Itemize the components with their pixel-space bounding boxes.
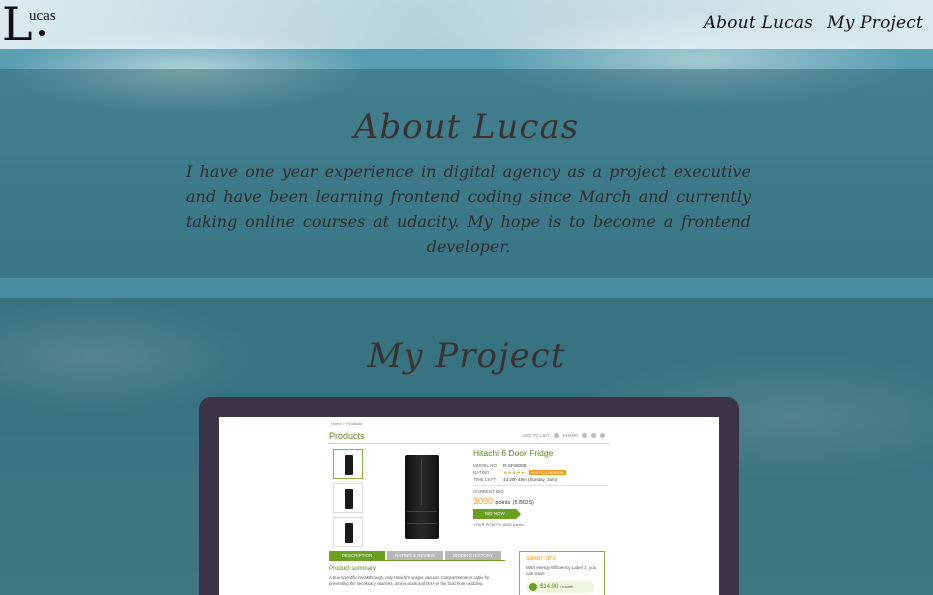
logo-dot bbox=[39, 30, 45, 36]
preview-bid-button: BID NOW bbox=[473, 509, 521, 519]
preview-product-name: Hitachi 6 Door Fridge bbox=[473, 448, 554, 458]
preview-time-left: TIME LEFT 4d 20h 48m (Sunday, 3am) bbox=[473, 477, 558, 482]
preview-thumbnails bbox=[333, 449, 365, 551]
thumbnail bbox=[333, 449, 363, 479]
preview-tips-title: SMART TIPS bbox=[526, 556, 556, 562]
preview-bid-value: 3000 points (5 BIDS) bbox=[473, 496, 534, 506]
facebook-icon bbox=[582, 433, 588, 438]
preview-actions: ADD TO LIST SHARE bbox=[522, 433, 606, 438]
add-icon bbox=[553, 433, 559, 438]
star-rating-icon: ★★★★★ bbox=[503, 470, 526, 475]
preview-tab-description: DESCRIPTION bbox=[329, 551, 385, 560]
about-section: About Lucas I have one year experience i… bbox=[0, 69, 933, 278]
preview-tips-price: $14.90 / month bbox=[526, 581, 594, 593]
preview-share: SHARE bbox=[562, 433, 579, 438]
preview-tabs: DESCRIPTION RATING & REVIEW BIDDING HIST… bbox=[329, 551, 501, 560]
about-text: I have one year experience in digital ag… bbox=[186, 162, 751, 256]
preview-summary-text: A true scientific breakthrough, only Hit… bbox=[329, 575, 490, 586]
fridge-image bbox=[405, 455, 439, 539]
project-title: My Project bbox=[367, 336, 566, 376]
preview-summary-title: Product summary bbox=[329, 566, 377, 572]
thumbnail bbox=[333, 517, 363, 547]
nav-link-about[interactable]: About Lucas bbox=[704, 13, 813, 33]
preview-your-points: YOUR POINTS: 8000 points bbox=[473, 522, 524, 527]
site-header: L ucas About Lucas My Project bbox=[0, 0, 933, 51]
preview-tips-text: With energy Efficiency Label 1, you can … bbox=[526, 565, 597, 576]
project-laptop-frame[interactable]: Home > Products Products ADD TO LIST SHA… bbox=[199, 397, 739, 595]
preview-divider bbox=[473, 485, 608, 486]
preview-add-to-list: ADD TO LIST bbox=[522, 433, 550, 438]
preview-model: MODEL NO R-SF6800B bbox=[473, 463, 527, 468]
preview-divider bbox=[329, 443, 609, 444]
preview-page-title: Products bbox=[329, 431, 365, 441]
logo-rest: ucas bbox=[29, 8, 56, 24]
about-title: About Lucas bbox=[353, 107, 580, 147]
project-section: My Project Home > Products Products ADD … bbox=[0, 298, 933, 595]
preview-bid-label: CURRENT BID bbox=[473, 489, 504, 494]
email-icon bbox=[600, 433, 606, 438]
preview-divider bbox=[329, 560, 505, 561]
preview-breadcrumb: Home > Products bbox=[331, 421, 363, 426]
preview-review-button: WRITE A REVIEW bbox=[528, 470, 566, 475]
preview-tab-history: BIDDING HISTORY bbox=[445, 551, 501, 560]
preview-tab-rating: RATING & REVIEW bbox=[387, 551, 443, 560]
logo-initial: L bbox=[2, 0, 33, 51]
main-nav: About Lucas My Project bbox=[704, 13, 923, 33]
preview-smart-tips: SMART TIPS With energy Efficiency Label … bbox=[519, 551, 605, 595]
twitter-icon bbox=[591, 433, 597, 438]
nav-link-project[interactable]: My Project bbox=[827, 13, 923, 33]
project-screenshot[interactable]: Home > Products Products ADD TO LIST SHA… bbox=[219, 417, 719, 595]
thumbnail bbox=[333, 483, 363, 513]
preview-rating: RATING ★★★★★ WRITE A REVIEW bbox=[473, 470, 566, 475]
